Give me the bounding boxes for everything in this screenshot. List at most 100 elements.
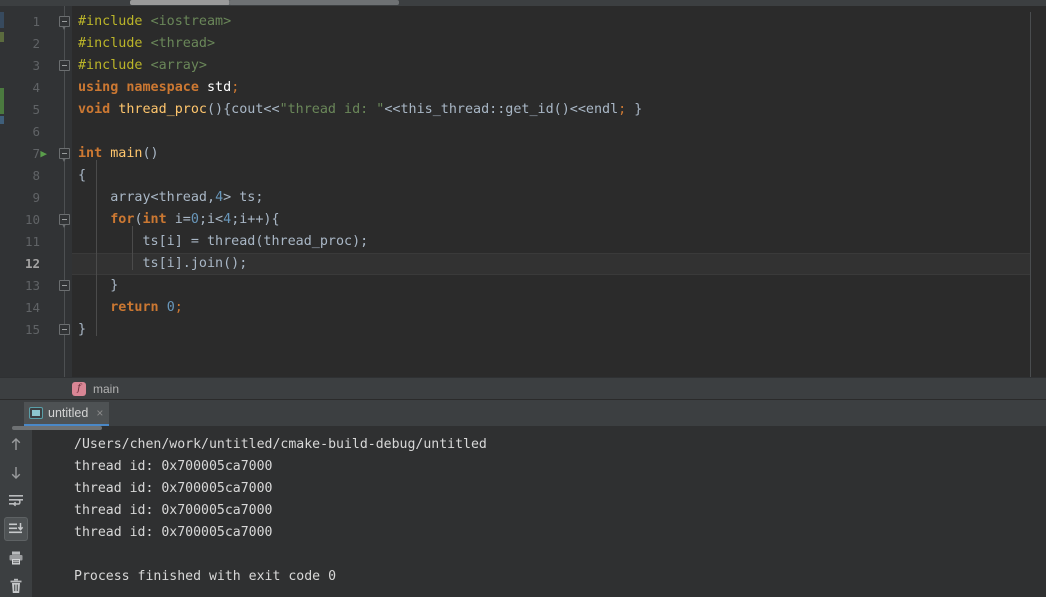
code-text-area[interactable]: #include <iostream> #include <thread> #inc… [72,6,1046,377]
console-line: thread id: 0x700005ca7000 [74,459,273,474]
fold-marker-expanded[interactable] [59,148,70,163]
code-token: return [110,300,167,315]
code-token: ; [231,80,240,95]
code-line[interactable]: int main() [78,143,159,165]
line-number: 6 [32,124,40,139]
fold-marker[interactable] [59,60,70,71]
code-line[interactable]: } [78,275,118,297]
scrollbar-thumb[interactable] [130,0,230,5]
console-toolbar[interactable] [0,426,102,597]
tab-label: untitled [48,406,89,420]
code-token: int [142,212,167,227]
code-editor[interactable]: 1 2 3 4 5 6 7 8 9 10 11 12 13 14 15 ▶ #include <iostrea… [0,6,1046,377]
fold-marker[interactable] [59,324,70,335]
line-number: 8 [32,168,40,183]
line-number: 3 [32,58,40,73]
code-token: void [78,102,119,117]
code-token: "thread id: " [279,102,385,117]
code-token: (){cout<< [207,102,280,117]
soft-wrap-icon[interactable] [5,490,27,512]
code-token: } [78,322,87,337]
line-number: 15 [24,322,40,337]
code-token: { [78,168,87,183]
code-folding-column[interactable] [58,6,72,377]
code-token: <iostream> [150,14,232,29]
code-token: i= [166,212,191,227]
code-token: ; [174,300,183,315]
code-token: std [207,80,232,95]
run-console[interactable]: /Users/chen/work/untitled/cmake-build-de… [0,426,1046,597]
code-token: thread_proc [118,102,207,117]
code-token: #include [78,14,151,29]
tool-window-label: : [0,407,10,421]
code-token: main [110,146,143,161]
line-number: 2 [32,36,40,51]
scrollbar-thumb-secondary[interactable] [229,0,399,5]
console-tab-strip[interactable]: : untitled × [0,399,1046,426]
code-token: 0 [190,212,199,227]
code-line[interactable]: } [78,319,86,341]
line-number-gutter[interactable]: 1 2 3 4 5 6 7 8 9 10 11 12 13 14 15 ▶ [4,6,58,377]
code-token: } [626,102,643,117]
print-icon[interactable] [5,547,27,569]
code-line[interactable]: using namespace std; [78,77,239,99]
trash-icon[interactable] [5,575,27,597]
scroll-to-end-icon[interactable] [4,517,28,542]
line-number: 11 [24,234,40,249]
code-line[interactable]: #include <array> [78,55,207,77]
code-token: 0 [166,300,175,315]
code-token: <thread> [150,36,216,51]
run-gutter-icon[interactable]: ▶ [35,143,47,165]
code-line[interactable]: for(int i=0;i<4;i++){ [78,209,280,231]
close-icon[interactable]: × [96,407,103,419]
fold-marker-expanded[interactable] [59,16,70,31]
breadcrumb-label[interactable]: main [93,382,119,396]
breadcrumb[interactable]: f main [0,377,1046,399]
code-token: 4 [223,212,232,227]
line-number: 1 [32,14,40,29]
line-number: 13 [24,278,40,293]
line-number: 12 [24,256,40,271]
ide-window: 1 2 3 4 5 6 7 8 9 10 11 12 13 14 15 ▶ #include <iostrea… [0,0,1046,597]
code-token: 4 [215,190,224,205]
code-token: () [142,146,159,161]
code-token: using namespace [78,80,207,95]
code-token: ( [134,212,143,227]
editor-right-gutter [1031,12,1046,377]
code-token: } [78,278,119,293]
line-number: 14 [24,300,40,315]
line-number: 5 [32,102,40,117]
code-token: > ts; [223,190,264,205]
console-line: Process finished with exit code 0 [74,569,337,584]
code-line[interactable]: { [78,165,86,187]
tab-untitled[interactable]: untitled × [24,402,110,426]
code-token: <array> [150,58,207,73]
code-line[interactable]: void thread_proc(){cout<<"thread id: "<<… [78,99,642,121]
code-token: <<this_thread::get_id()<<endl [384,102,619,117]
code-line[interactable]: ts[i] = thread(thread_proc); [78,231,368,253]
code-token: ts[i] = thread(thread_proc); [78,234,369,249]
code-line[interactable]: #include <iostream> [78,11,231,33]
code-line[interactable]: ts[i].join(); [78,253,247,275]
console-line: thread id: 0x700005ca7000 [74,503,273,518]
function-icon: f [72,381,86,396]
line-number: 9 [32,190,40,205]
code-token: ts[i].join(); [78,256,248,271]
code-token: array<thread, [78,190,216,205]
code-line[interactable]: #include <thread> [78,33,215,55]
fold-marker[interactable] [59,280,70,291]
code-token: ;i< [198,212,224,227]
code-token: #include [78,36,151,51]
code-token: int [78,146,111,161]
console-output[interactable]: /Users/chen/work/untitled/cmake-build-de… [32,426,1046,597]
scroll-up-icon[interactable] [5,434,27,456]
fold-marker-expanded[interactable] [59,214,70,229]
code-line[interactable]: return 0; [78,297,183,319]
console-line: thread id: 0x700005ca7000 [74,481,273,496]
code-token: ;i++){ [231,212,280,227]
scroll-down-icon[interactable] [5,462,27,484]
code-line[interactable]: array<thread,4> ts; [78,187,263,209]
